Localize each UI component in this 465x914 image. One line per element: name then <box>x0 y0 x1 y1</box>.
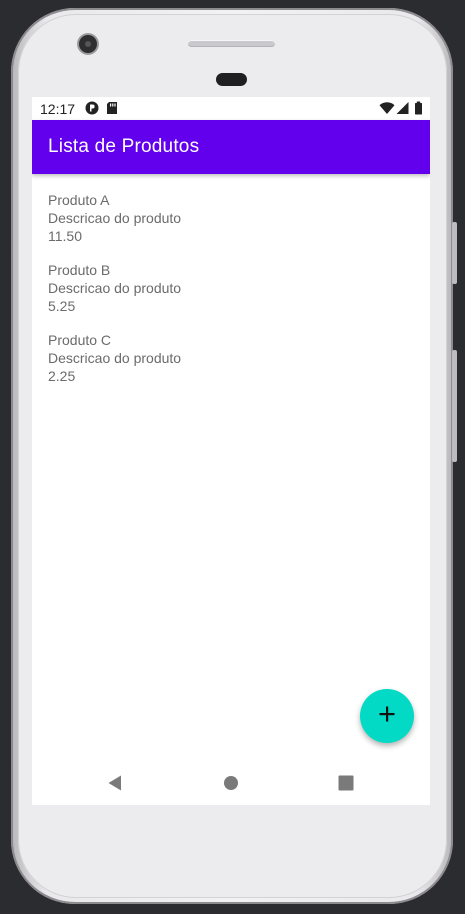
navigation-bar <box>32 761 430 805</box>
home-icon[interactable] <box>219 771 243 795</box>
list-item[interactable]: Produto B Descricao do produto 5.25 <box>48 261 408 315</box>
front-camera-icon <box>79 35 97 53</box>
product-price: 5.25 <box>48 298 76 314</box>
back-icon[interactable] <box>103 771 127 795</box>
proximity-sensor <box>216 73 247 86</box>
power-button <box>452 350 457 462</box>
signal-icon <box>396 101 409 118</box>
sd-card-icon <box>106 101 118 118</box>
product-description: Descricao do produto <box>48 280 182 296</box>
p-circle-icon <box>85 101 99 118</box>
volume-button <box>452 222 457 284</box>
product-name: Produto A <box>48 192 110 208</box>
earpiece-speaker <box>188 40 275 47</box>
app-bar: Lista de Produtos <box>32 120 430 174</box>
add-product-button[interactable] <box>360 689 414 743</box>
status-time: 12:17 <box>40 101 76 117</box>
product-price: 2.25 <box>48 368 76 384</box>
recents-icon[interactable] <box>334 771 358 795</box>
product-name: Produto C <box>48 332 112 348</box>
plus-icon <box>378 705 396 728</box>
product-description: Descricao do produto <box>48 210 182 226</box>
product-name: Produto B <box>48 262 111 278</box>
battery-icon <box>414 101 423 118</box>
device-screen: 12:17 Lista de Produtos Produto A Descri… <box>32 97 430 805</box>
product-description: Descricao do produto <box>48 350 182 366</box>
product-price: 11.50 <box>48 228 82 244</box>
status-bar: 12:17 <box>32 97 430 120</box>
list-item[interactable]: Produto A Descricao do produto 11.50 <box>48 191 408 245</box>
wifi-icon <box>379 101 395 118</box>
page-title: Lista de Produtos <box>48 136 200 157</box>
list-item[interactable]: Produto C Descricao do produto 2.25 <box>48 331 408 385</box>
product-list[interactable]: Produto A Descricao do produto 11.50 Pro… <box>48 191 408 401</box>
